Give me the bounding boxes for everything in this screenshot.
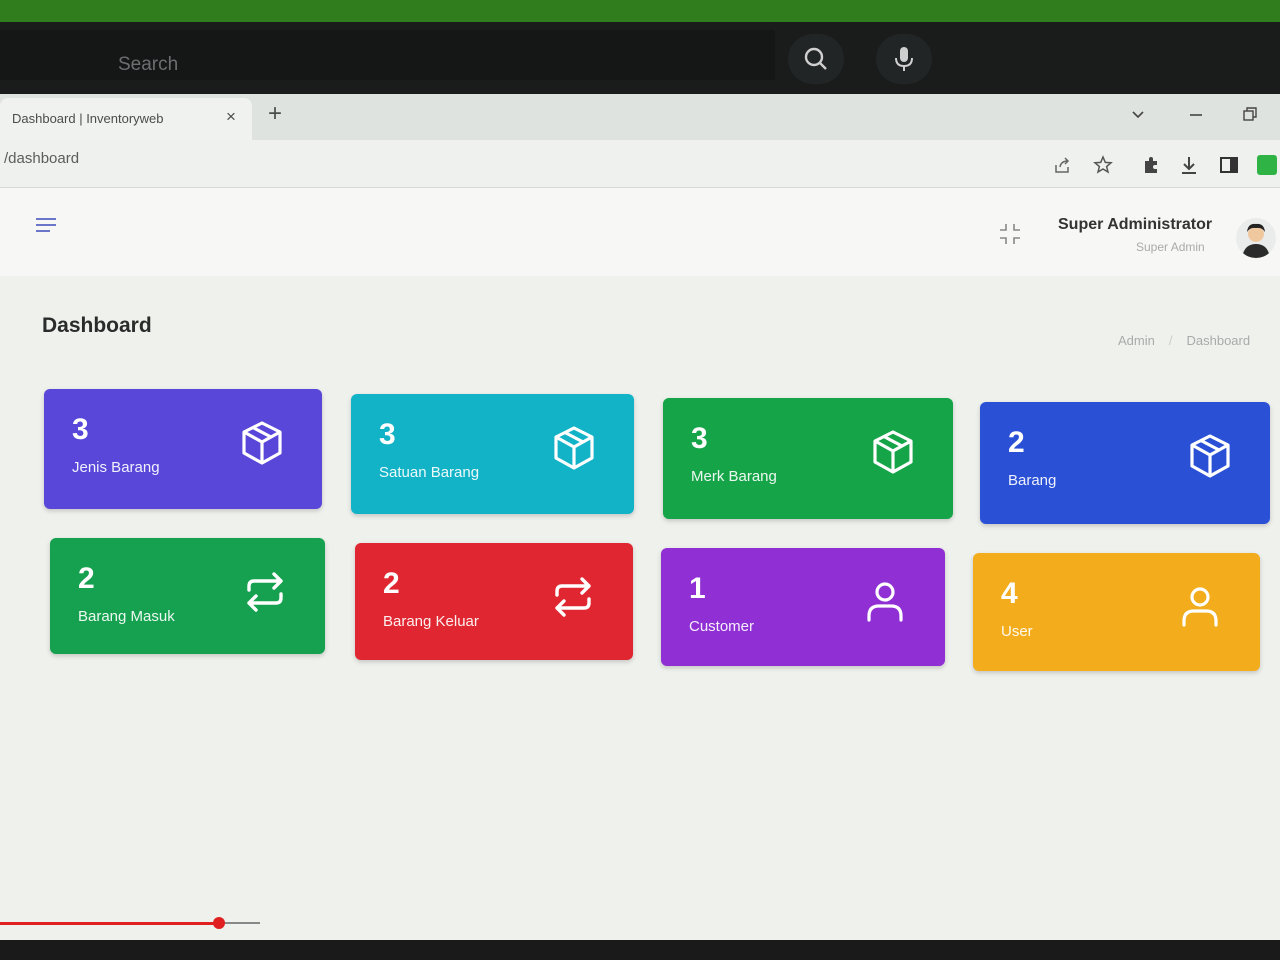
breadcrumb-item-admin[interactable]: Admin	[1118, 333, 1155, 348]
restore-icon[interactable]	[1242, 106, 1258, 127]
user-icon	[859, 576, 911, 628]
app-topbar: Super Administrator Super Admin	[0, 188, 1280, 276]
card-label: Satuan Barang	[379, 464, 480, 481]
card-count: 2	[78, 562, 95, 595]
minimize-icon[interactable]	[1188, 106, 1204, 127]
card-count: 4	[1001, 577, 1018, 610]
url-text: /dashboard	[4, 150, 80, 167]
card-user[interactable]: 4 User	[973, 553, 1260, 671]
download-icon[interactable]	[1178, 154, 1200, 176]
os-search-box[interactable]: Search	[0, 30, 775, 80]
menu-toggle-icon[interactable]	[36, 218, 56, 236]
os-search-placeholder: Search	[118, 54, 179, 75]
progress-handle[interactable]	[213, 917, 225, 929]
card-label: Merk Barang	[691, 468, 777, 485]
new-tab-button[interactable]: +	[268, 100, 282, 128]
transfer-icon	[547, 571, 599, 623]
box-icon	[867, 426, 919, 478]
tab-dashboard[interactable]: Dashboard | Inventoryweb ×	[0, 98, 252, 140]
star-icon[interactable]	[1092, 154, 1114, 176]
progress-fill	[0, 922, 220, 925]
screen: Search Dashboard | Inventoryweb × + /das…	[0, 0, 1280, 960]
card-barang-keluar[interactable]: 2 Barang Keluar	[355, 543, 633, 660]
user-name[interactable]: Super Administrator	[1058, 216, 1212, 234]
sidebar-icon[interactable]	[1218, 154, 1240, 176]
monitor-bezel-bottom	[0, 940, 1280, 960]
card-label: User	[1001, 623, 1033, 640]
card-count: 3	[691, 422, 708, 455]
share-icon[interactable]	[1052, 154, 1074, 176]
puzzle-icon[interactable]	[1140, 154, 1162, 176]
profile-extension-icon[interactable]	[1256, 154, 1278, 176]
card-count: 1	[689, 572, 706, 605]
breadcrumb-item-dashboard: Dashboard	[1186, 333, 1251, 348]
card-satuan-barang[interactable]: 3 Satuan Barang	[351, 394, 634, 514]
close-tab-icon[interactable]: ×	[226, 107, 236, 127]
search-button[interactable]	[788, 34, 844, 84]
box-icon	[548, 422, 600, 474]
page-title: Dashboard	[42, 314, 152, 337]
chevron-down-icon[interactable]	[1130, 106, 1146, 127]
monitor-bezel-top	[0, 0, 1280, 22]
search-icon	[804, 47, 827, 70]
breadcrumb: Admin / Dashboard	[1118, 333, 1251, 348]
video-progress-bar[interactable]	[0, 917, 1280, 929]
box-icon	[1184, 430, 1236, 482]
card-barang-masuk[interactable]: 2 Barang Masuk	[50, 538, 325, 654]
card-count: 2	[1008, 426, 1025, 459]
microphone-button[interactable]	[876, 34, 932, 84]
card-label: Barang Masuk	[78, 608, 175, 625]
card-barang[interactable]: 2 Barang	[980, 402, 1270, 524]
microphone-icon	[895, 47, 913, 71]
browser-tab-strip: Dashboard | Inventoryweb × +	[0, 94, 1280, 140]
exit-fullscreen-icon[interactable]	[998, 222, 1022, 252]
address-bar[interactable]: /dashboard	[0, 140, 1280, 188]
avatar[interactable]	[1236, 218, 1276, 258]
user-icon	[1174, 581, 1226, 633]
card-label: Barang Keluar	[383, 613, 479, 630]
user-role: Super Admin	[1136, 240, 1205, 254]
card-customer[interactable]: 1 Customer	[661, 548, 945, 666]
progress-track	[220, 922, 260, 924]
box-icon	[236, 417, 288, 469]
card-merk-barang[interactable]: 3 Merk Barang	[663, 398, 953, 519]
transfer-icon	[239, 566, 291, 618]
card-jenis-barang[interactable]: 3 Jenis Barang	[44, 389, 322, 509]
tab-title: Dashboard | Inventoryweb	[12, 111, 164, 126]
os-taskbar: Search	[0, 22, 1280, 94]
card-label: Barang	[1008, 472, 1057, 489]
card-label: Jenis Barang	[72, 459, 160, 476]
card-count: 3	[72, 413, 89, 446]
card-label: Customer	[689, 618, 755, 635]
main-content: Dashboard Admin / Dashboard 3 Jenis Barang…	[0, 276, 1280, 960]
card-count: 3	[379, 418, 396, 451]
card-count: 2	[383, 567, 400, 600]
